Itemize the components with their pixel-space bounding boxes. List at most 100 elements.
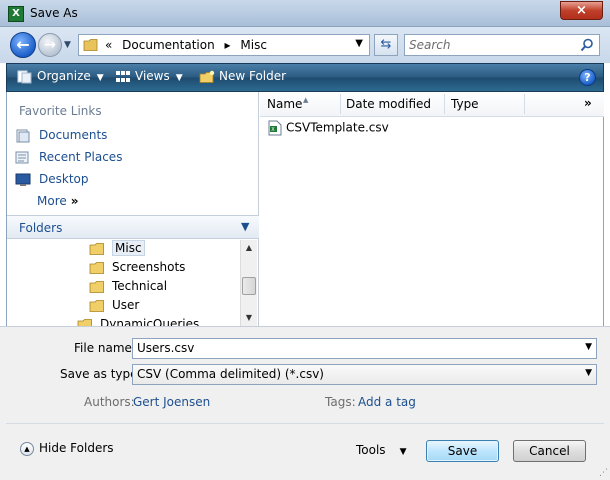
tools-dropdown[interactable]: Tools ▼ <box>356 443 406 457</box>
column-divider[interactable] <box>524 94 525 114</box>
chevron-down-icon: ▼ <box>96 73 104 83</box>
favorite-links-header: Favorite Links <box>19 104 102 118</box>
add-tag-link[interactable]: Add a tag <box>358 395 416 409</box>
column-header-date-modified[interactable]: Date modified <box>346 97 431 111</box>
save-as-type-select[interactable]: CSV (Comma delimited) (*.csv) ▼ <box>132 364 597 385</box>
save-as-type-value: CSV (Comma delimited) (*.csv) <box>137 367 324 381</box>
tree-item-user[interactable]: User <box>89 298 139 317</box>
views-button[interactable]: Views ▼ <box>115 69 183 87</box>
documents-icon <box>16 129 30 142</box>
resize-grip-icon[interactable]: ⋰ <box>599 468 608 478</box>
save-options-area: File name: Users.csv ▼ Save as type: CSV… <box>0 326 610 480</box>
column-header-type[interactable]: Type <box>451 97 479 111</box>
favorite-link-more[interactable]: More» <box>37 194 79 212</box>
tree-item-label: Misc <box>112 240 145 256</box>
folder-icon <box>89 262 104 274</box>
folder-icon <box>83 39 98 51</box>
views-label: Views <box>135 69 170 83</box>
chevron-down-icon: ▼ <box>399 447 407 457</box>
tree-item-misc[interactable]: Misc <box>89 240 145 260</box>
breadcrumb-misc[interactable]: Misc <box>240 38 267 52</box>
search-box[interactable] <box>404 34 600 56</box>
new-folder-label: New Folder <box>219 69 287 83</box>
save-button[interactable]: Save <box>426 440 499 462</box>
tools-label: Tools <box>356 443 386 457</box>
tags-label: Tags: <box>325 395 356 409</box>
authors-value[interactable]: Gert Joensen <box>133 395 210 409</box>
folder-icon <box>89 300 104 312</box>
tree-item-label: User <box>112 298 140 312</box>
favorite-link-desktop[interactable]: Desktop <box>15 172 89 190</box>
hide-folders-label: Hide Folders <box>39 441 114 455</box>
breadcrumb: « Documentation ▸ Misc <box>105 38 273 52</box>
back-button[interactable]: ← <box>10 32 36 58</box>
favorite-link-label: Recent Places <box>39 150 123 164</box>
cancel-button[interactable]: Cancel <box>513 440 586 462</box>
tree-item-label: Screenshots <box>112 260 186 274</box>
column-headers: ▲ Name Date modified Type » <box>260 92 604 117</box>
navigation-pane: Favorite Links Documents Recent Places D… <box>6 92 259 326</box>
favorite-link-recent-places[interactable]: Recent Places <box>15 150 122 168</box>
breadcrumb-overflow[interactable]: « <box>105 38 112 52</box>
excel-icon: X <box>8 6 24 22</box>
desktop-icon <box>15 173 31 186</box>
save-as-type-label: Save as type: <box>60 367 142 381</box>
organize-icon <box>17 70 32 83</box>
forward-button[interactable]: → <box>38 33 62 57</box>
file-name-label: File name: <box>74 341 136 355</box>
chevron-down-icon[interactable]: ▼ <box>585 342 592 352</box>
organize-label: Organize <box>37 69 91 83</box>
folders-scrollbar[interactable]: ▲ ▼ <box>240 240 257 326</box>
folders-header[interactable]: Folders ▼ <box>7 215 259 239</box>
tree-item-label: DynamicQueries <box>100 317 200 326</box>
tree-item-technical[interactable]: Technical <box>89 279 167 298</box>
favorite-link-documents[interactable]: Documents <box>15 128 107 146</box>
column-divider[interactable] <box>444 94 445 114</box>
file-list: ▲ Name Date modified Type » X CSVTemplat… <box>260 92 604 326</box>
file-name-value[interactable]: Users.csv <box>137 341 194 355</box>
tree-item-label: Technical <box>112 279 168 293</box>
column-header-label: Name <box>267 97 303 111</box>
new-folder-button[interactable]: New Folder <box>199 69 286 87</box>
file-name-field[interactable]: Users.csv ▼ <box>132 338 597 359</box>
folder-icon <box>89 243 104 255</box>
views-icon <box>116 70 130 82</box>
window-title: Save As <box>30 6 78 20</box>
breadcrumb-documentation[interactable]: Documentation <box>122 38 215 52</box>
help-button[interactable]: ? <box>579 69 596 86</box>
more-columns-chevron-icon[interactable]: » <box>584 96 592 110</box>
command-toolbar: Organize ▼ Views ▼ New Folder ? <box>6 63 604 92</box>
refresh-button[interactable]: ⇆ <box>374 34 398 56</box>
chevron-down-icon: ▼ <box>175 73 183 83</box>
recent-pages-dropdown[interactable]: ▼ <box>64 40 71 50</box>
chevron-down-icon[interactable]: ▼ <box>585 368 592 378</box>
column-divider[interactable] <box>340 94 341 114</box>
hide-folders-button[interactable]: ▲ Hide Folders <box>20 441 114 456</box>
folders-header-label: Folders <box>19 221 63 235</box>
authors-label: Authors: <box>84 395 135 409</box>
recent-places-icon <box>15 151 29 163</box>
tree-item-dynamicqueries[interactable]: DynamicQueries <box>77 317 199 326</box>
favorite-link-label: Desktop <box>39 172 89 186</box>
scroll-down-arrow-icon[interactable]: ▼ <box>241 310 257 326</box>
tree-item-screenshots[interactable]: Screenshots <box>89 260 185 279</box>
folder-icon <box>89 281 104 293</box>
close-button[interactable]: × <box>560 1 603 20</box>
file-name: CSVTemplate.csv <box>286 120 389 135</box>
folder-icon <box>77 319 92 326</box>
search-input[interactable] <box>409 37 569 53</box>
favorite-link-label: Documents <box>39 128 108 142</box>
organize-button[interactable]: Organize ▼ <box>17 69 104 87</box>
search-icon[interactable] <box>580 38 594 52</box>
favorite-link-label: More <box>37 194 67 208</box>
chevron-down-icon[interactable]: ▼ <box>355 38 363 49</box>
column-header-name[interactable]: ▲ Name <box>267 96 308 111</box>
address-box[interactable]: « Documentation ▸ Misc ▼ <box>78 34 370 56</box>
scrollbar-thumb[interactable] <box>242 277 256 295</box>
svg-text:X: X <box>271 127 275 133</box>
chevron-up-icon: ▲ <box>20 441 34 456</box>
breadcrumb-separator[interactable]: ▸ <box>225 38 231 52</box>
new-folder-icon <box>199 70 215 83</box>
file-row[interactable]: X CSVTemplate.csv <box>268 120 389 138</box>
scroll-up-arrow-icon[interactable]: ▲ <box>241 240 257 256</box>
